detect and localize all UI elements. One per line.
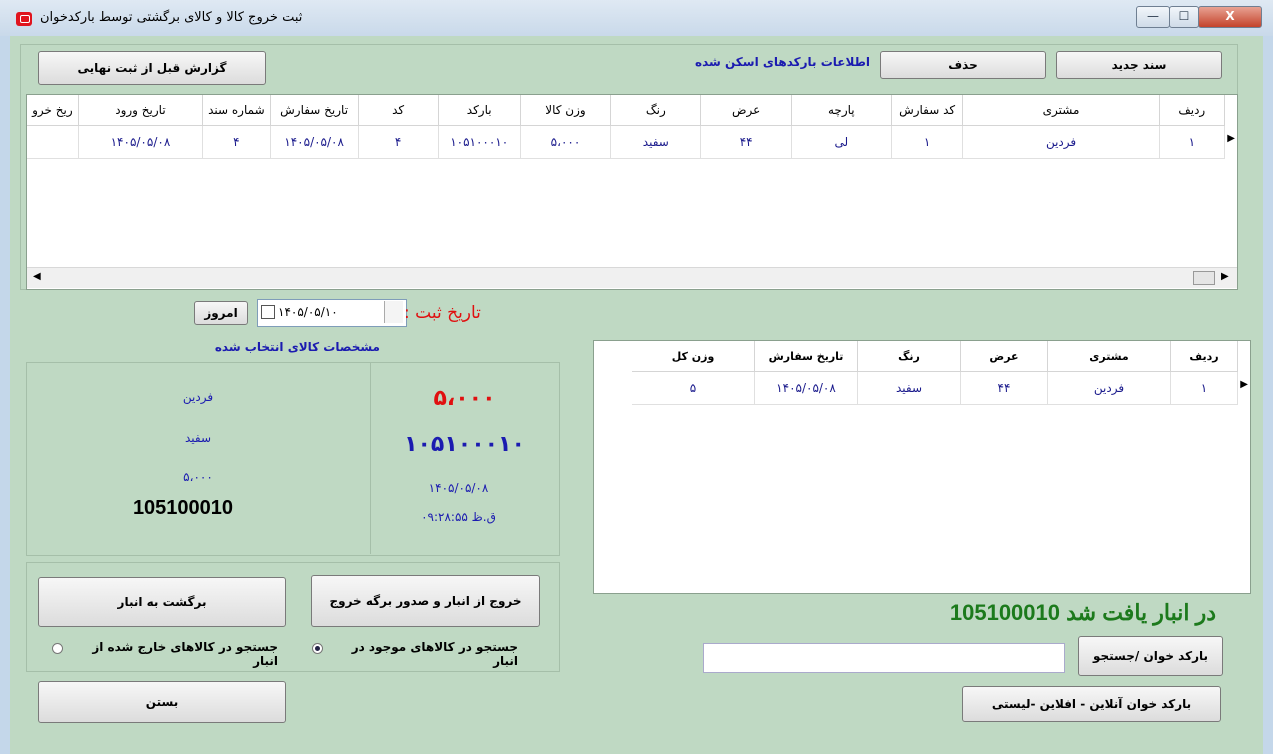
date-picker[interactable]: ۱۴۰۵/۰۵/۱۰ [257, 299, 407, 327]
table-cell[interactable]: ۴۴ [700, 125, 792, 159]
warehouse-grid[interactable]: ردیف مشتری عرض رنگ تاریخ سفارش وزن کل ۱ … [593, 340, 1251, 594]
barcode-search-button[interactable]: بارکد خوان /جستجو [1078, 636, 1223, 676]
date-dropdown-button[interactable] [384, 301, 403, 323]
table-cell[interactable]: ۱۰۵۱۰۰۰۱۰ [438, 125, 521, 159]
window-frame-right [1263, 36, 1273, 754]
barcode-reader-mode-button[interactable]: بارکد خوان آنلاین - افلاین -لیستی [962, 686, 1221, 722]
table-cell[interactable]: ۱ [891, 125, 964, 159]
col-header[interactable]: مشتری [962, 95, 1160, 126]
selected-customer: فردین [182, 390, 214, 404]
table-row[interactable]: ۱ فردین ۱ لی ۴۴ سفید ۵،۰۰۰ ۱۰۵۱۰۰۰۱۰ ۴ ۱… [27, 125, 1226, 159]
col-header[interactable]: رنگ [857, 341, 961, 372]
scanned-barcodes-label: اطلاعات بارکدهای اسکن شده [695, 55, 870, 69]
col-header[interactable]: ریخ خرو [27, 95, 79, 126]
col-header[interactable]: تاریخ سفارش [270, 95, 359, 126]
table-row[interactable]: ۱ فردین ۴۴ سفید ۱۴۰۵/۰۵/۰۸ ۵ [632, 371, 1238, 405]
table-cell[interactable]: لی [791, 125, 892, 159]
col-header[interactable]: تاریخ سفارش [754, 341, 858, 372]
table-cell[interactable]: ۱ [1159, 125, 1226, 159]
scroll-thumb[interactable] [1193, 271, 1215, 285]
delete-button[interactable]: حذف [880, 51, 1046, 79]
col-header[interactable]: مشتری [1047, 341, 1171, 372]
table-cell[interactable]: فردین [962, 125, 1160, 159]
selected-weight: ۵،۰۰۰ [183, 470, 213, 484]
selected-item-title: مشخصات کالای انتخاب شده [214, 340, 380, 354]
table-cell[interactable]: ۱ [1170, 371, 1238, 405]
close-form-button[interactable]: بستن [38, 681, 286, 723]
pre-final-report-button[interactable]: گزارش قبل از ثبت نهایی [38, 51, 266, 85]
app-icon [16, 12, 32, 26]
return-to-warehouse-button[interactable]: برگشت به انبار [38, 577, 286, 627]
col-header[interactable]: عرض [960, 341, 1048, 372]
col-header[interactable]: کد [358, 95, 439, 126]
col-header[interactable]: پارچه [791, 95, 892, 126]
col-header[interactable]: شماره سند [202, 95, 271, 126]
table-cell[interactable]: ۱۴۰۵/۰۵/۰۸ [78, 125, 204, 159]
row-selector-icon: ▶ [1227, 133, 1235, 144]
found-in-warehouse-message: در انبار یافت شد 105100010 [949, 600, 1216, 625]
selected-barcode: 105100010 [132, 497, 234, 519]
col-header[interactable]: ردیف [1159, 95, 1226, 126]
selected-barcode-large: ۱۰۵۱۰۰۰۱۰ [404, 432, 525, 457]
selected-date: ۱۴۰۵/۰۵/۰۸ [428, 481, 489, 495]
table-cell[interactable]: ۱۴۰۵/۰۵/۰۸ [270, 125, 359, 159]
exit-warehouse-button[interactable]: خروج از انبار و صدور برگه خروج [311, 575, 540, 627]
table-cell[interactable]: ۴ [202, 125, 271, 159]
col-header[interactable]: تاریخ ورود [78, 95, 204, 126]
table-cell[interactable]: ۱۴۰۵/۰۵/۰۸ [754, 371, 858, 405]
row-selector-icon: ▶ [1240, 379, 1248, 390]
today-button[interactable]: امروز [194, 301, 248, 325]
table-cell[interactable]: ۵،۰۰۰ [520, 125, 612, 159]
maximize-button[interactable]: ☐ [1169, 6, 1199, 28]
table-cell[interactable]: ۴۴ [960, 371, 1048, 405]
table-cell[interactable] [27, 125, 79, 159]
radio-in-stock-goods[interactable] [312, 643, 323, 654]
selected-time: ق.ظ ۰۹:۲۸:۵۵ [421, 510, 496, 524]
new-document-button[interactable]: سند جدید [1056, 51, 1222, 79]
col-header[interactable]: کد سفارش [891, 95, 964, 126]
col-header[interactable]: رنگ [610, 95, 702, 126]
table-cell[interactable]: سفید [610, 125, 702, 159]
table-cell[interactable]: فردین [1047, 371, 1171, 405]
col-header[interactable]: وزن کل [632, 341, 755, 372]
horizontal-scrollbar[interactable]: ◀ ▶ [27, 267, 1237, 288]
col-header[interactable]: بارکد [438, 95, 521, 126]
radio-exited-goods[interactable] [52, 643, 63, 654]
col-header[interactable]: وزن کالا [520, 95, 612, 126]
col-header[interactable]: ردیف [1170, 341, 1238, 372]
date-checkbox[interactable] [261, 305, 275, 319]
date-value[interactable]: ۱۴۰۵/۰۵/۱۰ [278, 305, 338, 319]
selected-color: سفید [184, 431, 212, 445]
minimize-button[interactable]: — [1136, 6, 1170, 28]
radio-in-stock-goods-label[interactable]: جستجو در کالاهای موجود در انبار [328, 640, 518, 668]
window-title: ثبت خروج کالا و کالای برگشتی توسط بارکدخ… [40, 10, 303, 25]
scanned-grid[interactable]: ردیف مشتری کد سفارش پارچه عرض رنگ وزن کا… [26, 94, 1238, 290]
close-window-button[interactable]: X [1198, 6, 1262, 28]
registration-date-label: تاریخ ثبت : [404, 303, 481, 323]
barcode-search-input[interactable] [703, 643, 1065, 673]
scroll-right-icon[interactable]: ▶ [1221, 271, 1229, 282]
scroll-left-icon[interactable]: ◀ [33, 271, 41, 282]
table-cell[interactable]: سفید [857, 371, 961, 405]
table-cell[interactable]: ۴ [358, 125, 439, 159]
radio-exited-goods-label[interactable]: جستجو در کالاهای خارج شده از انبار [68, 640, 278, 668]
col-header[interactable]: عرض [700, 95, 792, 126]
selected-weight-large: ۵،۰۰۰ [433, 386, 496, 411]
window-frame-left [0, 36, 10, 754]
table-cell[interactable]: ۵ [632, 371, 755, 405]
